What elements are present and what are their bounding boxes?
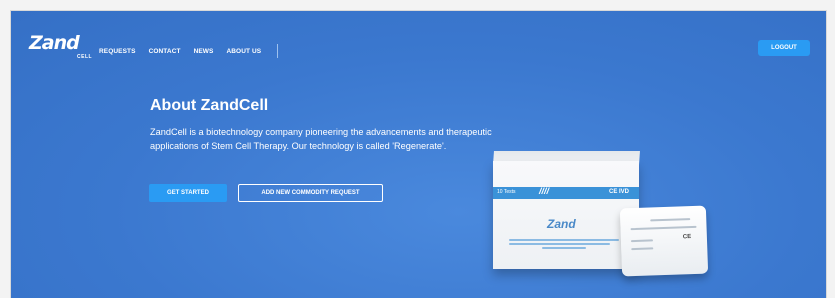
nav-link-about-us[interactable]: ABOUT US: [226, 48, 261, 55]
hero-title: About ZandCell: [150, 97, 269, 114]
app-frame: Zand CELL REQUESTS CONTACT NEWS ABOUT US…: [10, 10, 827, 298]
logo-mark: Zand: [29, 32, 80, 54]
logo-text: Zand: [29, 32, 80, 54]
nav-link-contact[interactable]: CONTACT: [149, 48, 181, 55]
logout-button[interactable]: LOGOUT: [758, 40, 810, 56]
product-tests-label: 10 Tests: [497, 189, 516, 195]
logo-subtext: CELL: [77, 54, 93, 60]
nav-divider: [277, 44, 279, 58]
zandcell-logo[interactable]: Zand CELL: [29, 33, 93, 63]
product-stripes: ////: [539, 186, 550, 196]
hero-description: ZandCell is a biotechnology company pion…: [150, 127, 492, 151]
product-image: 10 Tests //// CE IVD Zand CE: [485, 141, 725, 281]
add-commodity-request-button[interactable]: ADD NEW COMMODITY REQUEST: [238, 184, 383, 202]
top-navbar: Zand CELL REQUESTS CONTACT NEWS ABOUT US…: [11, 11, 826, 61]
nav-links: REQUESTS CONTACT NEWS ABOUT US: [99, 44, 279, 58]
pouch-ce-icon: CE: [682, 234, 692, 241]
product-box-logo: Zand: [547, 217, 576, 231]
product-box-text-lines: [509, 237, 619, 251]
get-started-button[interactable]: GET STARTED: [149, 184, 227, 202]
product-box: [493, 161, 639, 269]
product-ce-mark: CE IVD: [609, 189, 630, 195]
product-pouch: CE: [619, 205, 709, 277]
nav-link-news[interactable]: NEWS: [194, 48, 214, 55]
nav-link-requests[interactable]: REQUESTS: [99, 48, 136, 55]
